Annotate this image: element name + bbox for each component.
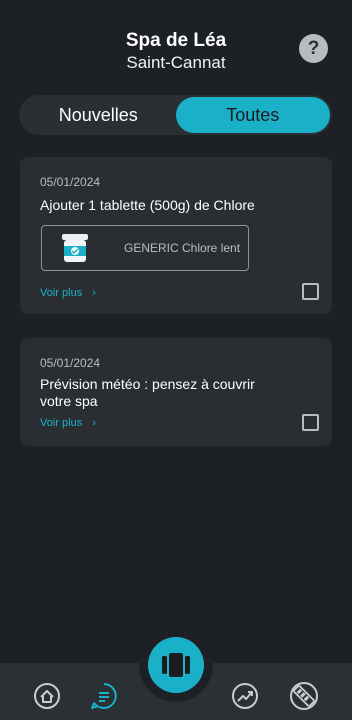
analytics-icon <box>232 683 258 709</box>
tab-nouvelles[interactable]: Nouvelles <box>21 97 176 133</box>
see-more-link[interactable]: Voir plus › <box>40 287 96 299</box>
notification-card: 05/01/2024 Prévision météo : pensez à co… <box>20 338 332 446</box>
nav-analytics[interactable] <box>230 681 260 711</box>
see-more-label: Voir plus <box>40 287 83 299</box>
tab-toutes[interactable]: Toutes <box>175 97 330 133</box>
product-name: GENERIC Chlore lent <box>124 241 241 255</box>
card-text: Ajouter 1 tablette (500g) de Chlore <box>40 197 255 213</box>
home-icon <box>34 683 60 709</box>
see-more-link[interactable]: Voir plus › <box>40 417 96 429</box>
spa-center-button[interactable] <box>148 637 204 693</box>
test-strip-icon <box>290 682 318 710</box>
nav-test-strip[interactable] <box>289 681 319 711</box>
nav-home[interactable] <box>32 681 62 711</box>
done-checkbox[interactable] <box>302 414 319 431</box>
chevron-right-icon: › <box>92 417 96 429</box>
card-date: 05/01/2024 <box>40 175 101 189</box>
notification-card: 05/01/2024 Ajouter 1 tablette (500g) de … <box>20 157 332 314</box>
notifications-chat-icon <box>91 683 117 709</box>
tab-bar: Nouvelles Toutes <box>19 95 332 135</box>
product-chip[interactable]: GENERIC Chlore lent <box>41 225 249 271</box>
see-more-label: Voir plus <box>40 417 83 429</box>
page-subtitle: Saint-Cannat <box>126 53 226 72</box>
chlorine-tub-icon <box>62 234 88 262</box>
nav-notifications[interactable] <box>89 681 119 711</box>
card-date: 05/01/2024 <box>40 356 101 370</box>
done-checkbox[interactable] <box>302 283 319 300</box>
chevron-right-icon: › <box>92 287 96 299</box>
help-button[interactable]: ? <box>299 34 328 63</box>
spa-icon <box>162 653 190 677</box>
card-text: Prévision météo : pensez à couvrir votre… <box>40 376 255 409</box>
